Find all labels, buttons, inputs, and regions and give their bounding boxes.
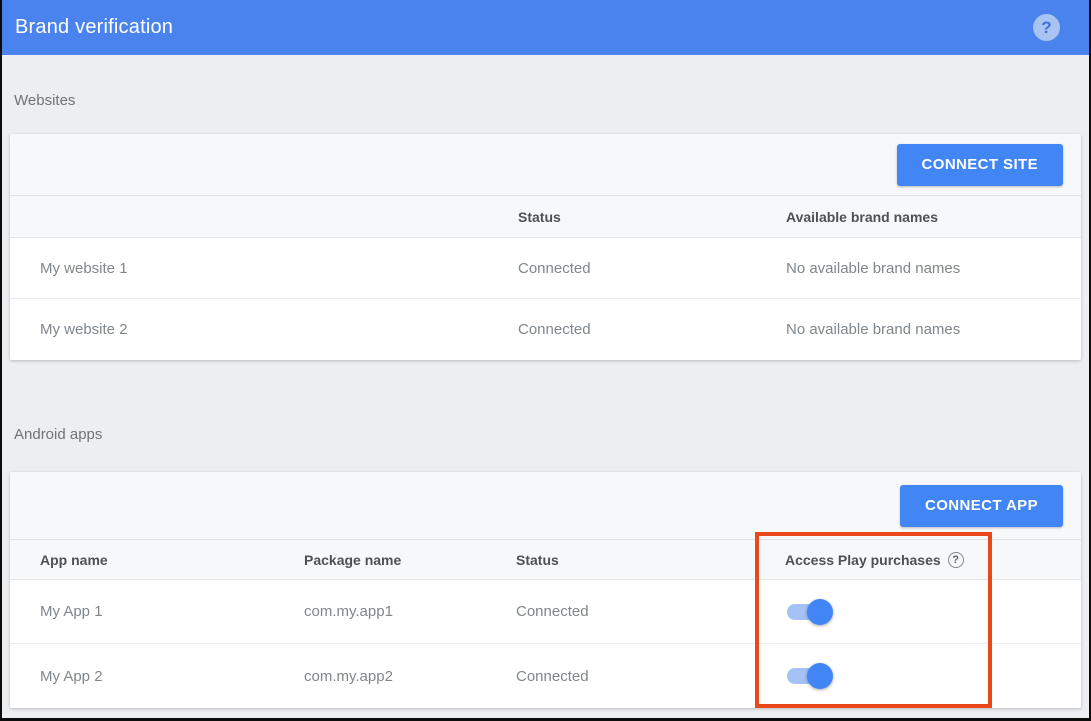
app-row: My App 2 com.my.app2 Connected [10, 644, 1081, 708]
brand-verification-page: Brand verification ? Websites CONNECT SI… [0, 0, 1091, 721]
websites-card: CONNECT SITE Status Available brand name… [10, 134, 1081, 360]
app-access-cell [785, 604, 1081, 620]
websites-toolbar: CONNECT SITE [10, 134, 1081, 196]
toggle-thumb [807, 599, 833, 625]
app-header: Brand verification ? [2, 0, 1089, 55]
toggle-thumb [807, 663, 833, 689]
website-status: Connected [518, 321, 786, 338]
access-play-toggle[interactable] [787, 668, 831, 684]
page-title: Brand verification [15, 16, 1033, 39]
website-brands: No available brand names [786, 260, 1081, 277]
app-name: My App 1 [40, 603, 304, 620]
apps-col-status: Status [516, 552, 785, 568]
websites-col-brands: Available brand names [786, 209, 1081, 225]
website-row: My website 2 Connected No available bran… [10, 299, 1081, 360]
app-package: com.my.app1 [304, 603, 516, 620]
app-status: Connected [516, 603, 785, 620]
app-status: Connected [516, 668, 785, 685]
access-play-toggle[interactable] [787, 604, 831, 620]
app-package: com.my.app2 [304, 668, 516, 685]
website-status: Connected [518, 260, 786, 277]
apps-table-header: App name Package name Status Access Play… [10, 540, 1081, 580]
android-apps-card: CONNECT APP App name Package name Status… [10, 472, 1081, 708]
connect-site-button[interactable]: CONNECT SITE [897, 144, 1063, 186]
websites-col-status: Status [518, 209, 786, 225]
help-icon[interactable]: ? [1033, 14, 1060, 41]
access-play-help-glyph: ? [952, 554, 959, 566]
app-row: My App 1 com.my.app1 Connected [10, 580, 1081, 644]
help-icon-glyph: ? [1041, 18, 1051, 38]
access-play-label: Access Play purchases [785, 552, 941, 568]
website-row: My website 1 Connected No available bran… [10, 238, 1081, 299]
apps-col-app-name: App name [40, 552, 304, 568]
android-apps-section-label: Android apps [14, 360, 1089, 443]
website-name: My website 2 [40, 321, 518, 338]
access-play-help-icon[interactable]: ? [948, 552, 964, 568]
app-name: My App 2 [40, 668, 304, 685]
website-brands: No available brand names [786, 321, 1081, 338]
apps-toolbar: CONNECT APP [10, 472, 1081, 540]
connect-app-button[interactable]: CONNECT APP [900, 485, 1063, 527]
websites-table-header: Status Available brand names [10, 196, 1081, 238]
apps-col-package: Package name [304, 552, 516, 568]
app-access-cell [785, 668, 1081, 684]
apps-col-access-play: Access Play purchases ? [785, 552, 1081, 568]
websites-section-label: Websites [14, 55, 1089, 109]
website-name: My website 1 [40, 260, 518, 277]
